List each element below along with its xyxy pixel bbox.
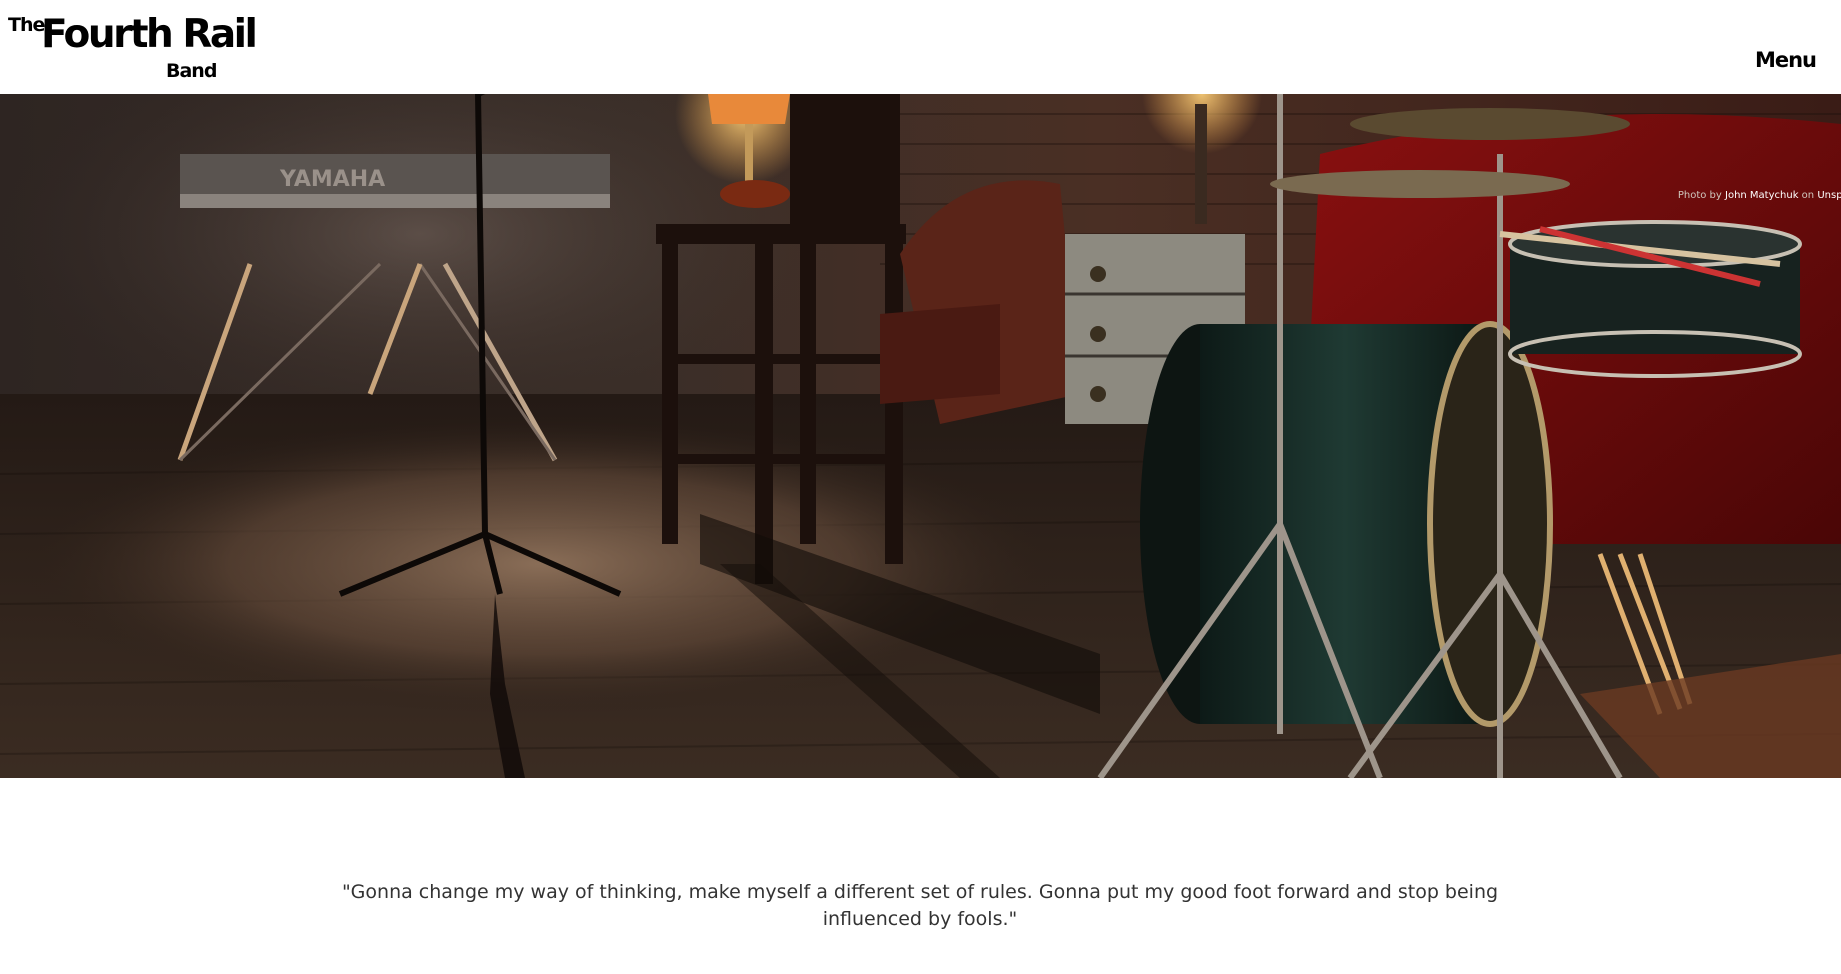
- photo-credit: Photo by John Matychuk on Unsplash: [1678, 190, 1841, 201]
- logo-name: Fourth Rail: [41, 12, 258, 57]
- hero-image: YAMAHA Photo by John Matychuk on Unsp: [0, 94, 1841, 778]
- credit-site-link[interactable]: Unsplash: [1817, 190, 1841, 201]
- site-logo[interactable]: The Fourth Rail Band: [8, 10, 258, 86]
- credit-author-link[interactable]: John Matychuk: [1725, 190, 1798, 201]
- snare-drum: [1499, 220, 1802, 378]
- site-header: The Fourth Rail Band Menu: [0, 0, 1841, 94]
- keyboard-brand: YAMAHA: [279, 167, 385, 192]
- band-quote: "Gonna change my way of thinking, make m…: [341, 881, 1499, 930]
- credit-prefix: Photo by: [1677, 190, 1722, 201]
- bass-drum: [1140, 321, 1553, 727]
- logo-the: The: [8, 14, 45, 36]
- menu-button[interactable]: Menu: [1755, 48, 1817, 72]
- credit-on: on: [1801, 190, 1815, 201]
- logo-band: Band: [166, 60, 217, 82]
- stage-photo: YAMAHA: [0, 94, 1841, 778]
